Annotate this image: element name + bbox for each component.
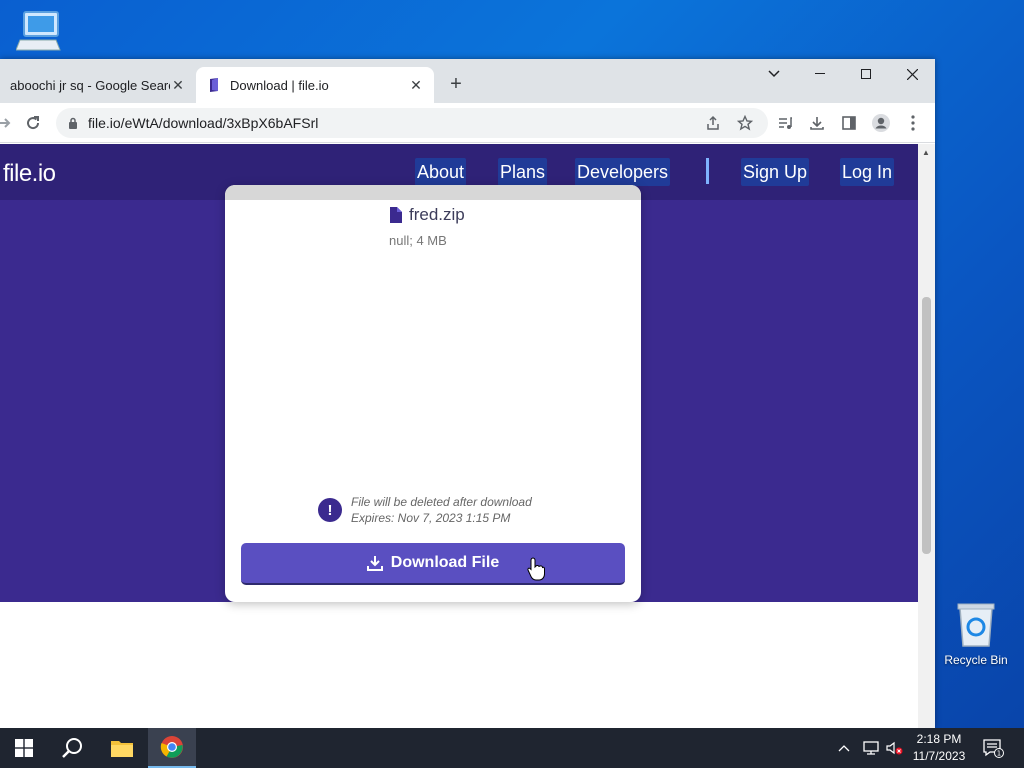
lock-icon (69, 117, 77, 129)
this-pc-desktop-icon[interactable] (14, 10, 64, 55)
scroll-up-icon[interactable]: ▲ (922, 148, 930, 157)
tab-google-search[interactable]: aboochi jr sq - Google Search ✕ (0, 67, 196, 103)
downloads-button[interactable] (807, 113, 827, 133)
nav-about[interactable]: About (415, 158, 467, 186)
search-icon (62, 738, 82, 758)
file-name-row: fred.zip (389, 205, 465, 225)
forward-button[interactable] (0, 113, 14, 133)
close-window-button[interactable] (889, 59, 935, 89)
volume-muted-icon (886, 741, 903, 755)
expiry-notice: ! File will be deleted after download Ex… (318, 494, 532, 526)
network-icon (863, 741, 879, 755)
recycle-bin-icon (957, 603, 995, 647)
close-tab-icon[interactable]: ✕ (170, 77, 186, 93)
windows-logo-icon (15, 739, 33, 757)
notification-count: 1 (997, 750, 1001, 758)
close-tab-icon[interactable]: ✕ (408, 77, 424, 93)
side-panel-icon (842, 116, 856, 130)
chrome-taskbar-button[interactable] (148, 728, 196, 768)
playlist-icon (779, 117, 792, 129)
file-icon (390, 207, 402, 223)
minimize-icon (815, 73, 825, 74)
taskbar: 2:18 PM 11/7/2023 1 (0, 728, 1024, 768)
start-button[interactable] (0, 728, 48, 768)
download-card: fred.zip null; 4 MB ! File will be delet… (225, 185, 641, 602)
share-button[interactable] (703, 113, 723, 133)
maximize-button[interactable] (843, 59, 889, 89)
side-panel-button[interactable] (839, 113, 859, 133)
network-tray-button[interactable] (862, 728, 880, 768)
bookmark-button[interactable] (735, 113, 755, 133)
nav-separator (706, 158, 709, 184)
download-button-label: Download File (390, 554, 500, 571)
reload-icon (27, 116, 40, 130)
scroll-thumb[interactable] (922, 297, 931, 554)
chrome-icon (160, 736, 183, 758)
nav-plans[interactable]: Plans (498, 158, 548, 186)
menu-button[interactable] (903, 113, 923, 133)
notice-expires-text: Expires: Nov 7, 2023 1:15 PM (351, 511, 511, 525)
site-logo[interactable]: file.io (3, 160, 56, 188)
arrow-right-icon (0, 118, 11, 128)
url-text: file.io/eWtA/download/3xBpX6bAFSrl (88, 115, 319, 131)
file-meta: null; 4 MB (389, 233, 447, 248)
search-button[interactable] (48, 728, 96, 768)
media-control-button[interactable] (775, 113, 795, 133)
file-explorer-button[interactable] (98, 728, 146, 768)
page-scrollbar[interactable]: ▲ (918, 144, 935, 728)
clock-date: 11/7/2023 (912, 749, 966, 763)
profile-button[interactable] (871, 113, 891, 133)
minimize-button[interactable] (797, 59, 843, 89)
address-bar[interactable]: file.io/eWtA/download/3xBpX6bAFSrl (56, 108, 768, 138)
reload-button[interactable] (23, 113, 43, 133)
hand-cursor-icon (527, 557, 545, 581)
computer-icon (15, 11, 61, 51)
browser-window: aboochi jr sq - Google Search ✕ Download… (0, 59, 935, 728)
file-name: fred.zip (409, 205, 465, 224)
download-file-button[interactable]: Download File (241, 543, 625, 585)
chevron-up-icon (838, 745, 850, 752)
nav-log-in[interactable]: Log In (840, 158, 895, 186)
maximize-icon (861, 69, 871, 79)
exclamation-icon: ! (318, 498, 342, 522)
recycle-bin-label: Recycle Bin (944, 653, 1008, 667)
tab-title: aboochi jr sq - Google Search (10, 77, 170, 93)
chevron-down-icon (768, 70, 780, 78)
clock-time: 2:18 PM (916, 732, 962, 746)
volume-tray-button[interactable] (886, 728, 904, 768)
browser-toolbar: file.io/eWtA/download/3xBpX6bAFSrl (0, 103, 935, 143)
tab-search-button[interactable] (751, 59, 797, 89)
new-tab-button[interactable]: + (446, 73, 466, 96)
download-icon (810, 117, 824, 130)
page-viewport: file.io About Plans Developers Sign Up L… (0, 144, 918, 728)
star-icon (737, 115, 753, 131)
tab-title: Download | file.io (230, 77, 329, 93)
show-hidden-icons-button[interactable] (838, 728, 850, 768)
share-icon (707, 115, 719, 130)
notice-delete-text: File will be deleted after download (351, 495, 532, 509)
file-io-favicon-icon (210, 78, 218, 92)
download-icon (366, 556, 383, 571)
close-icon (906, 68, 918, 80)
action-center-button[interactable]: 1 (982, 728, 1004, 768)
tab-strip: aboochi jr sq - Google Search ✕ Download… (0, 59, 935, 103)
system-clock[interactable]: 2:18 PM 11/7/2023 (908, 731, 970, 765)
kebab-menu-icon (911, 115, 915, 131)
nav-developers[interactable]: Developers (575, 158, 671, 186)
folder-icon (111, 741, 133, 757)
card-top-band (225, 185, 641, 200)
nav-sign-up[interactable]: Sign Up (741, 158, 810, 186)
notification-icon: 1 (983, 739, 1004, 758)
tab-file-io[interactable]: Download | file.io ✕ (196, 67, 434, 103)
avatar-icon (872, 114, 890, 132)
recycle-bin-desktop-icon[interactable]: Recycle Bin (940, 600, 1012, 667)
